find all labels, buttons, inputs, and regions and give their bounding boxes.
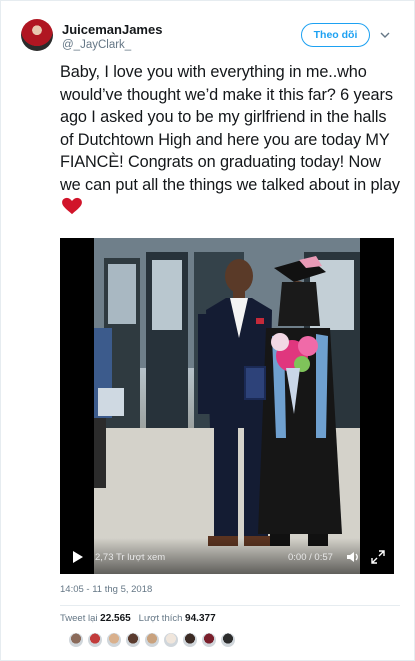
liker-avatar[interactable] [106, 632, 122, 648]
fullscreen-icon[interactable] [371, 550, 385, 564]
user-handle[interactable]: @_JayClark_ [62, 39, 131, 51]
tweet-text: Baby, I love you with everything in me..… [60, 61, 400, 219]
liker-avatar[interactable] [182, 632, 198, 648]
liker-avatars [68, 632, 239, 648]
tweet-card: JuicemanJames @_JayClark_ Theo dõi Baby,… [0, 0, 415, 661]
likes-label: Lượt thích [138, 613, 183, 624]
liker-avatar[interactable] [163, 632, 179, 648]
display-name[interactable]: JuicemanJames [62, 22, 162, 37]
play-icon[interactable] [72, 550, 84, 564]
tweet-timestamp[interactable]: 14:05 - 11 thg 5, 2018 [60, 584, 152, 595]
avatar[interactable] [21, 19, 53, 51]
video-frame[interactable] [94, 238, 360, 574]
heart-emoji-icon [62, 197, 82, 215]
volume-icon[interactable] [346, 550, 360, 564]
liker-avatar[interactable] [144, 632, 160, 648]
liker-avatar[interactable] [220, 632, 236, 648]
video-time: 0:00 / 0:57 [288, 552, 333, 563]
view-count: 2,73 Tr lượt xem [95, 552, 166, 563]
video-controls: 2,73 Tr lượt xem 0:00 / 0:57 [60, 538, 394, 574]
likes-count[interactable]: 94.377 [185, 613, 216, 624]
video-frame-image [94, 238, 360, 574]
tweet-header: JuicemanJames @_JayClark_ Theo dõi [21, 19, 401, 55]
video-player[interactable]: 2,73 Tr lượt xem 0:00 / 0:57 [60, 238, 394, 574]
retweets-count[interactable]: 22.565 [100, 613, 131, 624]
follow-button[interactable]: Theo dõi [301, 23, 370, 47]
retweets-label: Tweet lại [60, 613, 98, 624]
chevron-down-icon[interactable] [379, 29, 391, 41]
liker-avatar[interactable] [125, 632, 141, 648]
tweet-body: Baby, I love you with everything in me..… [60, 63, 400, 194]
liker-avatar[interactable] [201, 632, 217, 648]
tweet-stats: Tweet lại 22.565 Lượt thích 94.377 [60, 613, 216, 624]
liker-avatar[interactable] [68, 632, 84, 648]
liker-avatar[interactable] [87, 632, 103, 648]
divider [60, 605, 400, 606]
